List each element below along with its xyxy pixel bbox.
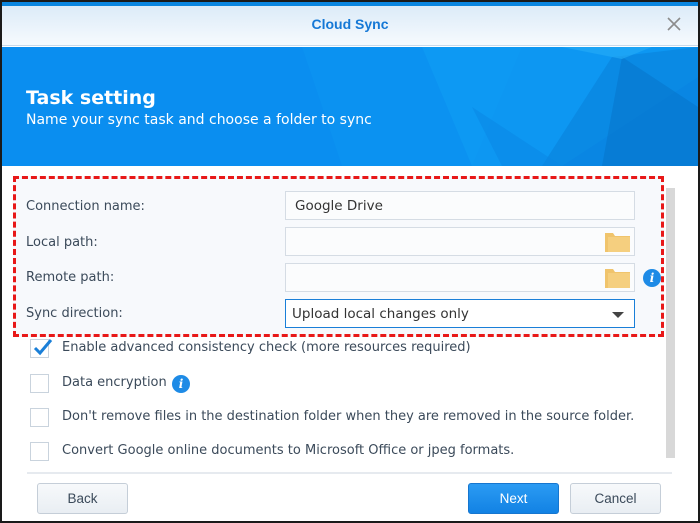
local-path-input[interactable] bbox=[285, 227, 635, 256]
banner-title: Task setting bbox=[26, 87, 156, 109]
local-path-label: Local path: bbox=[26, 235, 98, 250]
keep-destination-files-checkbox[interactable] bbox=[30, 408, 49, 427]
data-encryption-label: Data encryption bbox=[62, 375, 167, 390]
next-button[interactable]: Next bbox=[468, 483, 559, 514]
chevron-down-icon bbox=[612, 312, 624, 318]
sync-direction-label: Sync direction: bbox=[26, 306, 123, 321]
scrollbar[interactable] bbox=[666, 188, 675, 458]
folder-icon[interactable] bbox=[605, 232, 630, 252]
sync-direction-value: Upload local changes only bbox=[292, 306, 469, 322]
connection-name-input[interactable]: Google Drive bbox=[285, 191, 635, 220]
header-banner: Task setting Name your sync task and cho… bbox=[2, 47, 698, 166]
data-encryption-checkbox[interactable] bbox=[30, 374, 49, 393]
keep-destination-files-label: Don't remove files in the destination fo… bbox=[62, 409, 635, 424]
info-icon[interactable]: i bbox=[172, 375, 190, 393]
remote-path-input[interactable] bbox=[285, 263, 635, 292]
close-button[interactable] bbox=[664, 14, 684, 34]
cloud-sync-dialog: Cloud Sync Task setting Name your sync t… bbox=[2, 2, 698, 521]
close-icon bbox=[667, 17, 681, 31]
connection-name-label: Connection name: bbox=[26, 199, 145, 214]
sync-direction-select[interactable]: Upload local changes only bbox=[285, 299, 635, 328]
cancel-button[interactable]: Cancel bbox=[570, 483, 661, 514]
title-bar: Cloud Sync bbox=[2, 6, 698, 46]
back-button[interactable]: Back bbox=[37, 483, 128, 514]
consistency-check-checkbox[interactable] bbox=[30, 339, 53, 358]
remote-path-label: Remote path: bbox=[26, 270, 115, 285]
footer-divider bbox=[27, 472, 672, 474]
checkmark-icon bbox=[33, 339, 53, 356]
convert-google-docs-checkbox[interactable] bbox=[30, 442, 49, 461]
window-title: Cloud Sync bbox=[311, 16, 389, 32]
info-icon[interactable]: i bbox=[643, 269, 661, 287]
connection-name-value: Google Drive bbox=[295, 198, 383, 214]
consistency-check-label: Enable advanced consistency check (more … bbox=[62, 340, 471, 355]
form-content: Connection name: Google Drive Local path… bbox=[2, 166, 698, 466]
banner-subtitle: Name your sync task and choose a folder … bbox=[26, 112, 372, 128]
folder-icon[interactable] bbox=[605, 268, 630, 288]
convert-google-docs-label: Convert Google online documents to Micro… bbox=[62, 443, 515, 458]
